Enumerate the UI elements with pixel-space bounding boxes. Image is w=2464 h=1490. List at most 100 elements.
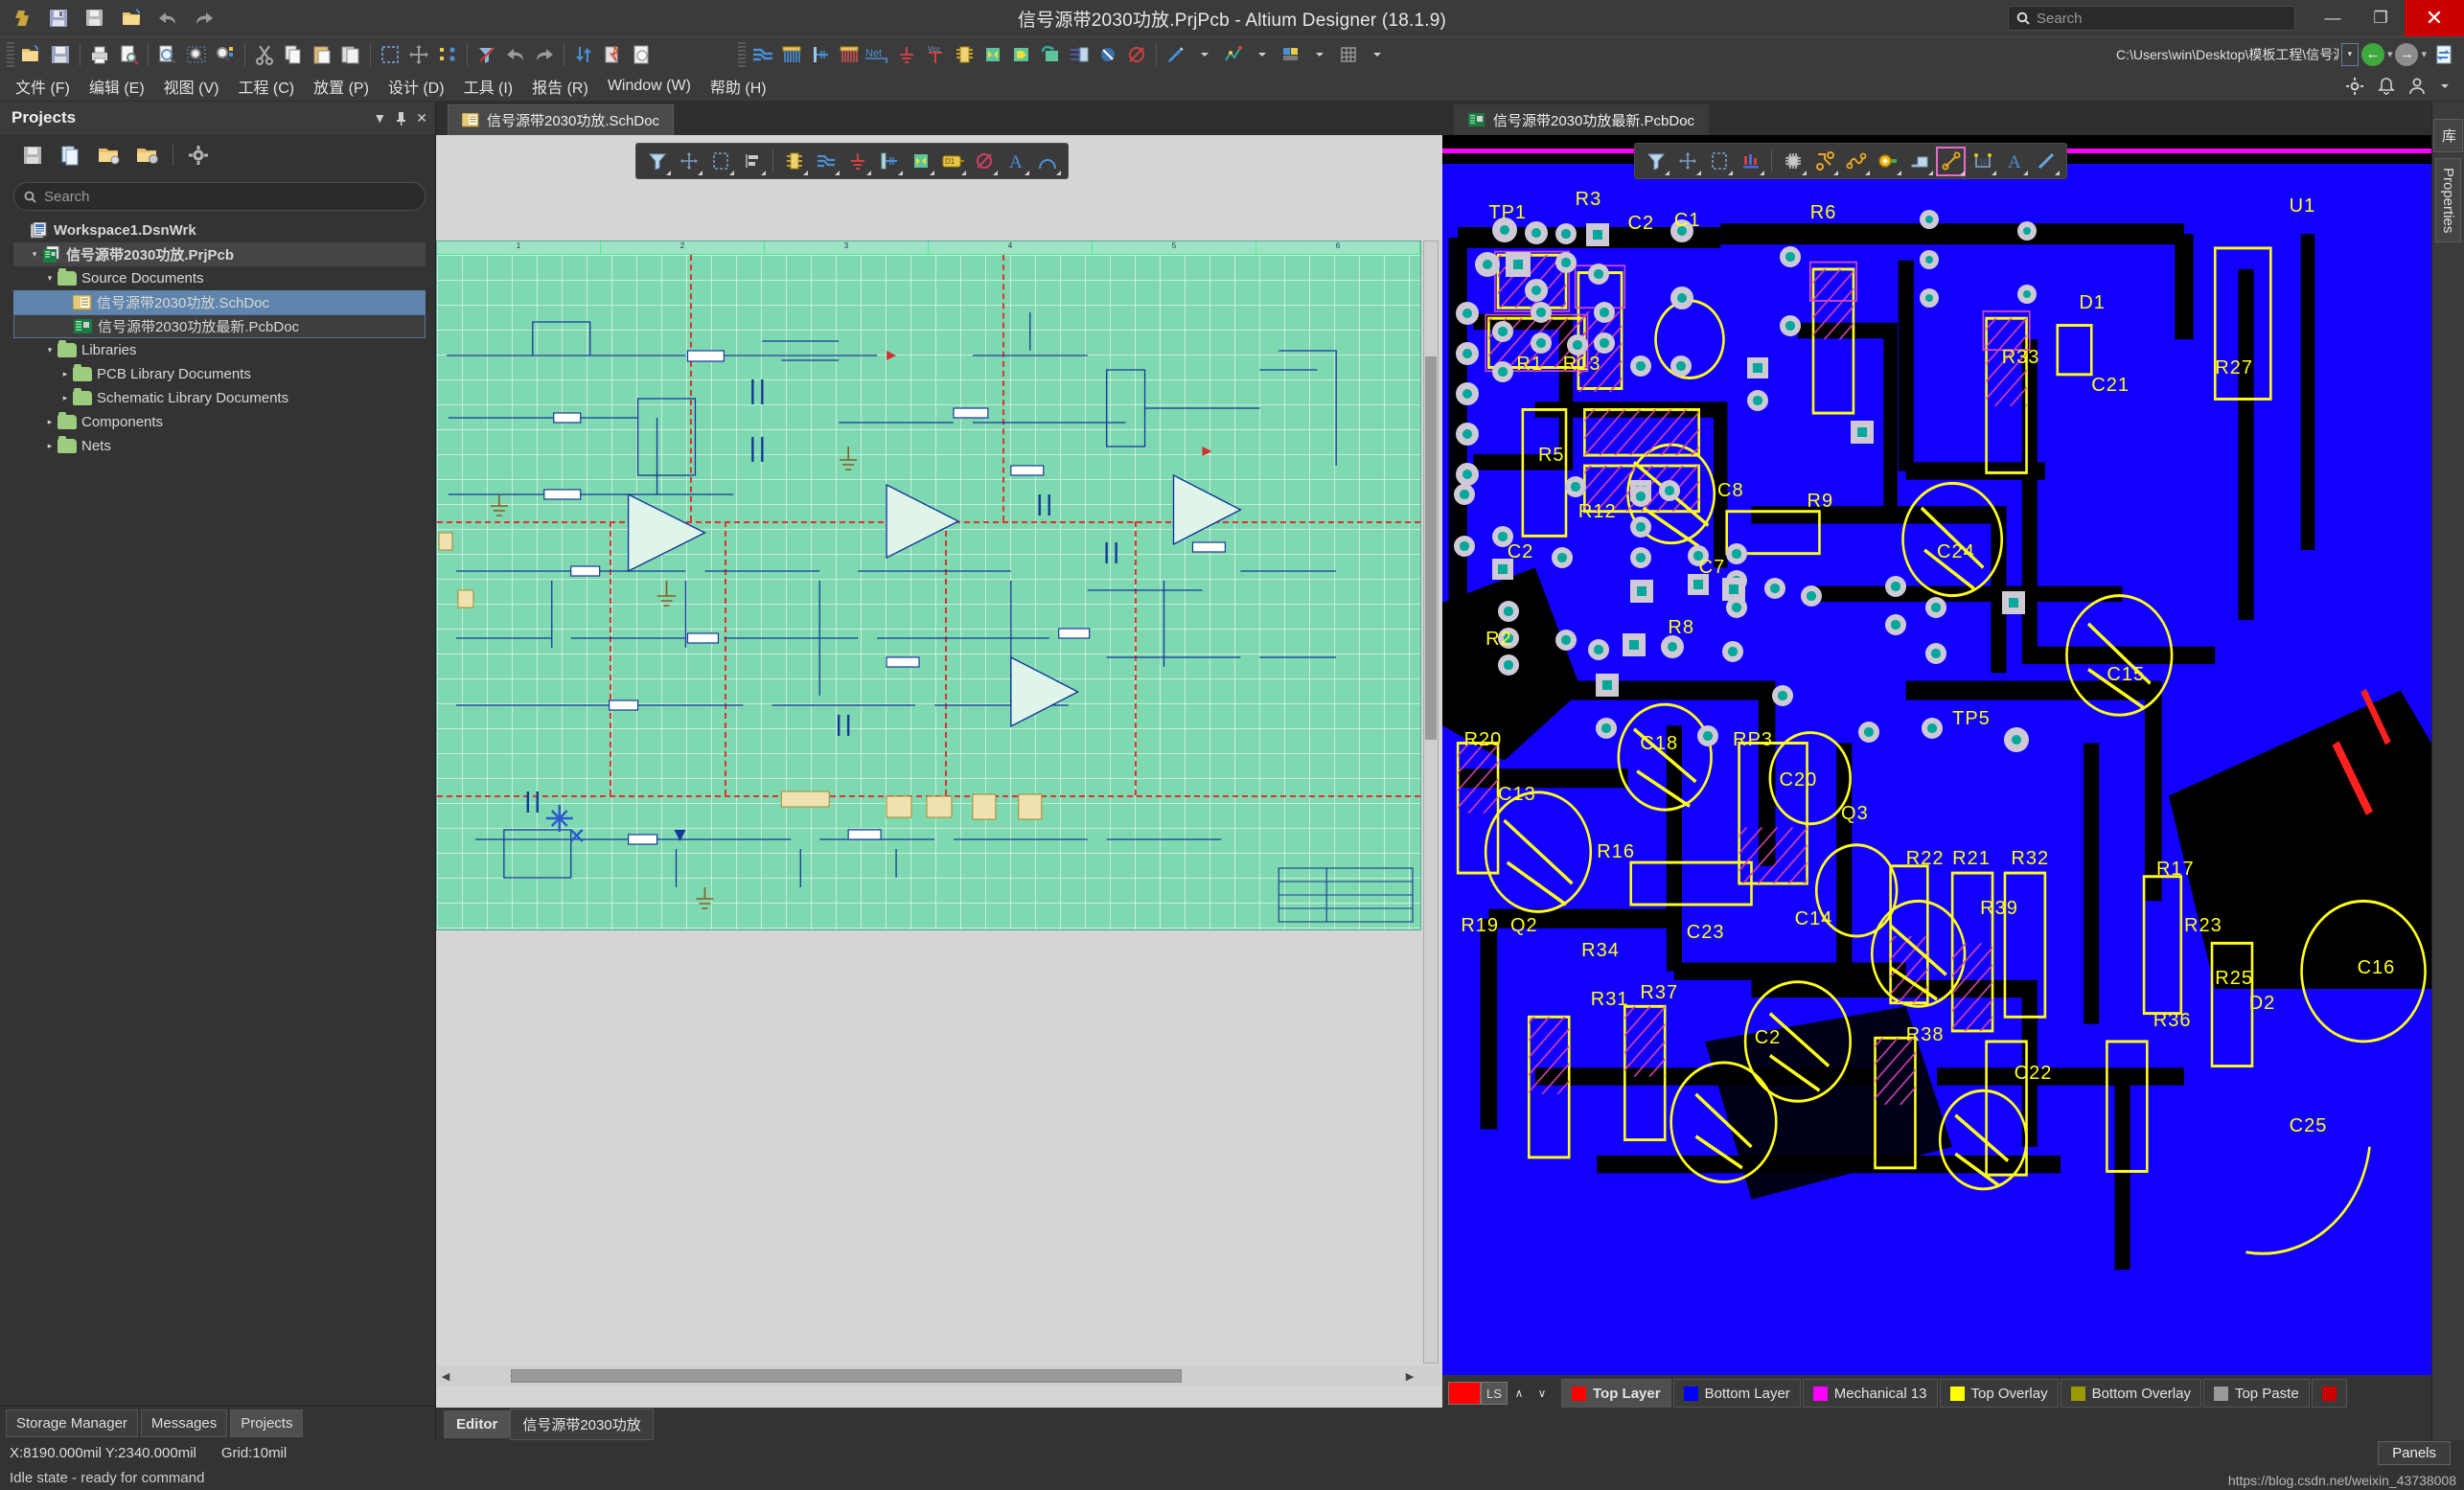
- project-path-input[interactable]: C:\Users\win\Desktop\模板工程\信号源带203: [2115, 42, 2338, 66]
- user-account-icon[interactable]: [2408, 77, 2426, 96]
- menu-project[interactable]: 工程 (C): [228, 72, 304, 101]
- layer-set-button[interactable]: LS: [1481, 1382, 1508, 1405]
- tab-properties[interactable]: Properties: [2435, 158, 2461, 243]
- move-icon[interactable]: [1672, 147, 1702, 176]
- tree-expander-source[interactable]: ▾: [42, 273, 58, 284]
- pcb-board[interactable]: TP1 R3 C2 C1 R6 D1 U1 R33 C21 R27 R1 R13 R5 R12 C8 R9 C7…: [1442, 164, 2431, 1375]
- place-text-icon[interactable]: A: [1001, 147, 1030, 176]
- toolbar-grip[interactable]: [7, 41, 14, 67]
- tab-pcb-document[interactable]: 信号源带2030功放最新.PcbDoc: [1454, 104, 1710, 135]
- bus-icon[interactable]: [748, 40, 777, 69]
- align-icon[interactable]: [433, 40, 462, 69]
- print-preview-icon[interactable]: [114, 40, 143, 69]
- undo-icon[interactable]: [501, 40, 530, 69]
- project-options-icon[interactable]: [134, 142, 161, 169]
- align-icon[interactable]: [737, 147, 767, 176]
- paste-special-icon[interactable]: [336, 40, 365, 69]
- zoom-area-icon[interactable]: [182, 40, 211, 69]
- schematic-vscroll-thumb[interactable]: [1425, 356, 1437, 740]
- vcc-power-icon[interactable]: Vcc: [921, 40, 950, 69]
- tree-item-components[interactable]: ▸ Components: [13, 410, 426, 434]
- paste-icon[interactable]: [308, 40, 336, 69]
- tab-projects[interactable]: Projects: [230, 1410, 304, 1437]
- place-arc-icon[interactable]: [1032, 147, 1062, 176]
- schematic-hscroll-thumb[interactable]: [511, 1369, 1182, 1383]
- save-all-icon[interactable]: [79, 3, 111, 34]
- differential-pair-icon[interactable]: [1841, 147, 1871, 176]
- schematic-canvas-wrap[interactable]: 1 2 3 4 5 6 ◀ ▶ D1 A: [436, 135, 1442, 1408]
- minimize-button[interactable]: —: [2309, 0, 2357, 36]
- select-area-icon[interactable]: [705, 147, 735, 176]
- tree-item-libraries[interactable]: ▾ Libraries: [13, 338, 426, 362]
- tree-item-pcb-library-documents[interactable]: ▸ PCB Library Documents: [13, 362, 426, 386]
- current-layer-color-swatch[interactable]: [1448, 1382, 1481, 1405]
- menu-reports[interactable]: 报告 (R): [522, 72, 598, 101]
- tree-item-source-documents[interactable]: ▾ Source Documents: [13, 266, 426, 290]
- move-icon[interactable]: [674, 147, 703, 176]
- net-label-icon[interactable]: Net: [864, 40, 892, 69]
- path-dropdown-button[interactable]: ▾: [2340, 42, 2359, 66]
- select-area-icon[interactable]: [376, 40, 404, 69]
- close-button[interactable]: ✕: [2405, 0, 2464, 36]
- pcb-canvas[interactable]: TP1 R3 C2 C1 R6 D1 U1 R33 C21 R27 R1 R13 R5 R12 C8 R9 C7…: [1442, 135, 2431, 1440]
- harness-icon[interactable]: [1065, 40, 1094, 69]
- interactive-route-icon[interactable]: [1809, 147, 1839, 176]
- tree-expander-libraries[interactable]: ▾: [42, 345, 58, 355]
- port-icon[interactable]: [835, 40, 864, 69]
- layer-tab-top-layer[interactable]: Top Layer: [1561, 1379, 1671, 1408]
- place-wire-icon[interactable]: [811, 147, 841, 176]
- redo-icon[interactable]: [530, 40, 559, 69]
- tab-schematic-document[interactable]: 信号源带2030功放.SchDoc: [448, 104, 675, 135]
- graph-icon[interactable]: [1219, 40, 1248, 69]
- tree-expander-components[interactable]: ▸: [42, 417, 58, 427]
- open-project-icon[interactable]: [17, 40, 46, 69]
- gnd-power-icon[interactable]: [892, 40, 921, 69]
- open-project-icon[interactable]: [96, 142, 123, 169]
- tree-expander-sch-lib[interactable]: ▸: [58, 393, 73, 403]
- place-via-icon[interactable]: [1873, 147, 1902, 176]
- save-icon[interactable]: [42, 3, 75, 34]
- sheet-symbol-icon[interactable]: [979, 40, 1007, 69]
- panel-pin-icon[interactable]: [395, 111, 407, 126]
- schematic-sheet[interactable]: 1 2 3 4 5 6: [436, 241, 1421, 930]
- undo-icon[interactable]: [151, 3, 184, 34]
- tree-item-pcbdoc[interactable]: 信号源带2030功放最新.PcbDoc: [13, 314, 426, 338]
- refresh-icon[interactable]: [2429, 40, 2458, 69]
- sheet-symbol-icon[interactable]: [906, 147, 935, 176]
- panels-button[interactable]: Panels: [2378, 1440, 2451, 1465]
- layer-tab-mechanical-13[interactable]: Mechanical 13: [1802, 1379, 1938, 1408]
- menu-tools[interactable]: 工具 (I): [454, 72, 523, 101]
- panel-dropdown-icon[interactable]: ▼: [373, 110, 386, 126]
- chevron-down-icon-4[interactable]: [1363, 40, 1392, 69]
- tab-editor[interactable]: Editor: [444, 1410, 511, 1438]
- tree-item-workspace[interactable]: Workspace1.DsnWrk: [13, 218, 426, 242]
- menu-place[interactable]: 放置 (P): [304, 72, 379, 101]
- overflow-chevron-icon[interactable]: [2439, 80, 2451, 92]
- panel-close-icon[interactable]: ✕: [416, 110, 427, 126]
- tree-expander-pcb-lib[interactable]: ▸: [58, 369, 73, 379]
- move-icon[interactable]: [404, 40, 433, 69]
- notifications-bell-icon[interactable]: [2378, 77, 2395, 96]
- tab-messages[interactable]: Messages: [140, 1410, 228, 1437]
- cross-probe-icon[interactable]: [1122, 40, 1151, 69]
- print-icon[interactable]: [85, 40, 114, 69]
- back-dropdown-icon[interactable]: ▾: [2387, 48, 2393, 60]
- project-documents-icon[interactable]: [58, 142, 84, 169]
- grid-icon[interactable]: [1334, 40, 1363, 69]
- tab-library[interactable]: 库: [2433, 119, 2463, 152]
- layer-tab-bottom-overlay[interactable]: Bottom Overlay: [2060, 1379, 2201, 1408]
- clear-filter-icon[interactable]: [642, 147, 672, 176]
- schematic-canvas[interactable]: 1 2 3 4 5 6 ◀ ▶: [436, 135, 1442, 1408]
- layer-tab-top-paste[interactable]: Top Paste: [2202, 1379, 2310, 1408]
- layer-stack-icon[interactable]: [1736, 147, 1765, 176]
- menu-design[interactable]: 设计 (D): [379, 72, 454, 101]
- place-part-icon[interactable]: [950, 40, 979, 69]
- tree-item-nets[interactable]: ▸ Nets: [13, 434, 426, 458]
- no-erc-icon[interactable]: [1094, 40, 1122, 69]
- tab-sheet[interactable]: 信号源带2030功放: [510, 1408, 654, 1440]
- place-part-icon[interactable]: [779, 147, 809, 176]
- schematic-vertical-scrollbar[interactable]: [1423, 241, 1439, 1364]
- place-component-icon[interactable]: [1778, 147, 1808, 176]
- altium-logo-icon[interactable]: [6, 3, 38, 34]
- open-folder-icon[interactable]: [115, 3, 148, 34]
